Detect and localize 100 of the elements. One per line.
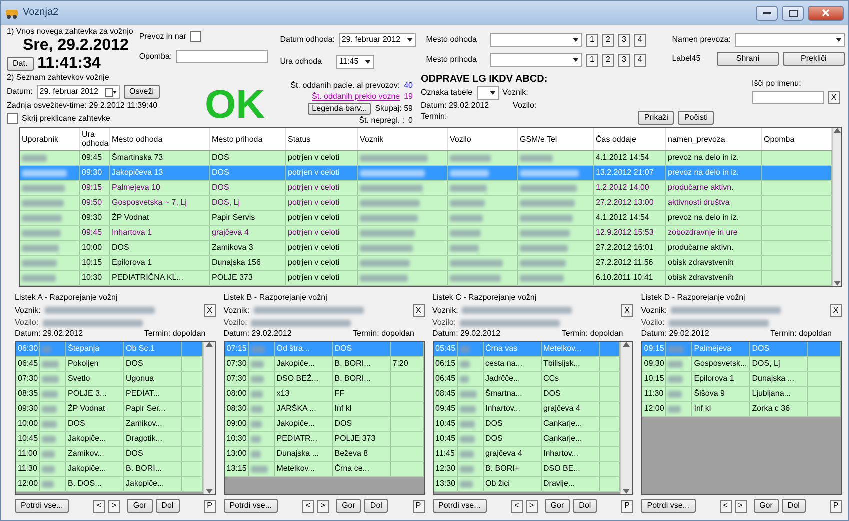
trip-row[interactable]: 10:45 Jakopiče... Dragotik...: [16, 432, 203, 447]
confirm-all-button[interactable]: Potrdi vse...: [224, 499, 278, 513]
trip-row[interactable]: 11:30 Jakopiče... B. BORI...: [16, 462, 203, 477]
trip-row[interactable]: 11:30 Šišova 9 Ljubljana...: [642, 387, 841, 402]
up-button[interactable]: Gor: [127, 499, 153, 513]
purpose-combo[interactable]: [734, 33, 845, 47]
checkbox[interactable]: [190, 31, 202, 42]
column-header[interactable]: Ura odhoda: [82, 130, 109, 148]
panel-close-button[interactable]: X: [830, 304, 842, 317]
search-clear-button[interactable]: X: [828, 91, 840, 104]
search-field[interactable]: [752, 91, 824, 104]
column-header[interactable]: Mesto prihoda: [212, 134, 263, 144]
table-combo[interactable]: [476, 86, 499, 100]
trip-row[interactable]: 13:15 Metelkov... Črna ce...: [224, 462, 424, 477]
close-button[interactable]: [808, 6, 844, 20]
previous-button[interactable]: <: [720, 500, 732, 512]
checkbox[interactable]: [7, 113, 18, 124]
column-header[interactable]: Vozilo: [450, 134, 472, 144]
up-button[interactable]: Gor: [336, 499, 362, 513]
clear-button[interactable]: Počisti: [678, 111, 714, 125]
confirm-all-button[interactable]: Potrdi vse...: [15, 499, 70, 513]
trip-row[interactable]: 09:30 Gosposvetsk... DOS, Lj: [642, 357, 841, 372]
trip-row[interactable]: 09:45 Inhartov... grajčeva 4: [434, 402, 620, 417]
trip-row[interactable]: 06:45 Pokoljen DOS: [16, 357, 203, 372]
column-header[interactable]: GSM/e Tel: [520, 134, 558, 144]
table-row[interactable]: 09:15 Palmejeva 10 DOS potrjen v celoti 1.2.2012 14:00 produčarne aktivn.: [20, 181, 832, 196]
print-button[interactable]: P: [621, 500, 634, 512]
trip-row[interactable]: 10:15 Epilorova 1 Dunajska ...: [642, 372, 841, 387]
trip-row[interactable]: 10:45 DOS Cankarje...: [434, 432, 620, 447]
column-header[interactable]: Status: [288, 134, 311, 144]
next-button[interactable]: >: [734, 500, 747, 512]
departure-date-picker[interactable]: 29. februar 2012: [338, 33, 416, 47]
preset-button[interactable]: 2: [602, 34, 614, 46]
table-row[interactable]: 09:30 ŽP Vodnat Papir Servis potrjen v celoti 4.1.2012 14:54 prevoz na delo in iz.: [20, 211, 832, 226]
scrollbar[interactable]: [202, 342, 215, 494]
trip-row[interactable]: 10:00 DOS Zamikov...: [16, 417, 203, 432]
table-row[interactable]: 09:45 Inhartova 1 grajčeva 4 potrjen v celoti 12.9.2012 15:53 zobozdravnje in ure: [20, 226, 832, 241]
table-row[interactable]: 10:15 Epilorova 1 Dunajska 156 potrjen v celoti 27.2.2012 11:56 obisk zdravstvenih: [20, 256, 832, 271]
preset-button[interactable]: 2: [602, 54, 614, 66]
list-date-picker[interactable]: 29. februar 2012: [36, 85, 120, 99]
confirm-all-button[interactable]: Potrdi vse...: [641, 499, 696, 513]
trip-row[interactable]: 07:30 DSO BEŽ... B. BORI...: [224, 372, 424, 387]
legend-button[interactable]: Legenda barv...: [308, 103, 372, 115]
column-header[interactable]: Voznik: [360, 134, 384, 144]
preset-button[interactable]: 4: [634, 54, 646, 66]
minimize-button[interactable]: [756, 6, 778, 20]
trip-row[interactable]: 06:45 Jadrčče... CCs: [434, 372, 620, 387]
next-button[interactable]: >: [526, 500, 538, 512]
column-header[interactable]: Mesto odhoda: [112, 134, 163, 144]
trip-row[interactable]: 06:15 cesta na... Tbilisijsk...: [434, 357, 620, 372]
trip-row[interactable]: 10:45 DOS Cankarje...: [434, 417, 620, 432]
preset-button[interactable]: 1: [586, 34, 598, 46]
preset-button[interactable]: 1: [586, 54, 598, 66]
trip-row[interactable]: 08:30 JARŠKA ... Inf kl: [224, 402, 424, 417]
previous-button[interactable]: <: [93, 500, 106, 512]
trip-row[interactable]: 08:45 Šmartna... DOS: [434, 387, 620, 402]
up-button[interactable]: Gor: [754, 499, 779, 513]
trip-row[interactable]: 12:00 Inf kl Zorka c 36: [642, 402, 841, 417]
trip-row[interactable]: 10:30 PEDIATR... POLJE 373: [224, 432, 424, 447]
show-button[interactable]: Prikaži: [638, 111, 674, 125]
save-button[interactable]: Shrani: [716, 52, 779, 66]
trip-row[interactable]: 13:30 Ob žici Dravlje...: [434, 477, 620, 492]
confirm-all-button[interactable]: Potrdi vse...: [432, 499, 487, 513]
previous-button[interactable]: <: [302, 500, 314, 512]
table-row[interactable]: 09:50 Gosposvetska ~ 7, Lj DOS, Lj potrjen v celoti 27.2.2012 13:00 aktivnosti društva: [20, 196, 832, 211]
scrollbar[interactable]: [832, 128, 841, 286]
up-button[interactable]: Gor: [544, 499, 570, 513]
place-combo[interactable]: [490, 53, 582, 67]
table-row[interactable]: 10:30 PEDIATRIČNA KL... POLJE 373 potrjen v celoti 6.10.2011 10:41 obisk zdravstvenih: [20, 271, 832, 286]
trip-row[interactable]: 11:00 Zamikov... DOS: [16, 447, 203, 462]
trip-row[interactable]: 09:30 ŽP Vodnat Papir Ser...: [16, 402, 203, 417]
print-button[interactable]: P: [830, 500, 842, 512]
column-header[interactable]: Opomba: [764, 134, 795, 144]
preset-button[interactable]: 3: [618, 54, 630, 66]
trip-row[interactable]: 12:30 B. BORI+ DSO BE...: [434, 462, 620, 477]
trip-row[interactable]: 07:30 Jakopiče... B. BORI... 7:20: [224, 357, 424, 372]
down-button[interactable]: Dol: [782, 499, 806, 513]
date-button[interactable]: Dat.: [7, 57, 34, 71]
down-button[interactable]: Dol: [156, 499, 180, 513]
down-button[interactable]: Dol: [573, 499, 598, 513]
table-row[interactable]: 10:00 DOS Zamikova 3 potrjen v celoti 27.2.2012 16:01 produčarne aktivn.: [20, 241, 832, 256]
table-row[interactable]: 09:45 Šmartinska 73 DOS potrjen v celoti 4.1.2012 14:54 prevoz na delo in iz.: [20, 151, 832, 166]
down-button[interactable]: Dol: [364, 499, 388, 513]
trip-row[interactable]: 08:35 POLJE 3... PEDIAT...: [16, 387, 203, 402]
trip-row[interactable]: 11:45 grajčeva 4 Inhartov...: [434, 447, 620, 462]
maximize-button[interactable]: [782, 6, 804, 20]
note-field[interactable]: [176, 50, 268, 63]
trip-row[interactable]: 13:00 Dunajska ... Beževa 8: [224, 447, 424, 462]
stat-link[interactable]: Št. oddanih prekio vozne: [312, 92, 400, 102]
column-header[interactable]: Uporabnik: [22, 134, 58, 144]
print-button[interactable]: P: [204, 500, 216, 512]
cancel-button[interactable]: Prekliči: [782, 52, 845, 66]
place-combo[interactable]: [490, 33, 582, 47]
trip-row[interactable]: 12:00 B. DOS... Jakopiče...: [16, 477, 203, 492]
next-button[interactable]: >: [317, 500, 330, 512]
trip-row[interactable]: 09:00 Jakopiče... DOS: [224, 417, 424, 432]
column-header[interactable]: Čas oddaje: [596, 134, 636, 144]
previous-button[interactable]: <: [510, 500, 523, 512]
preset-button[interactable]: 3: [618, 34, 630, 46]
trip-row[interactable]: 08:00 x13 FF: [224, 387, 424, 402]
